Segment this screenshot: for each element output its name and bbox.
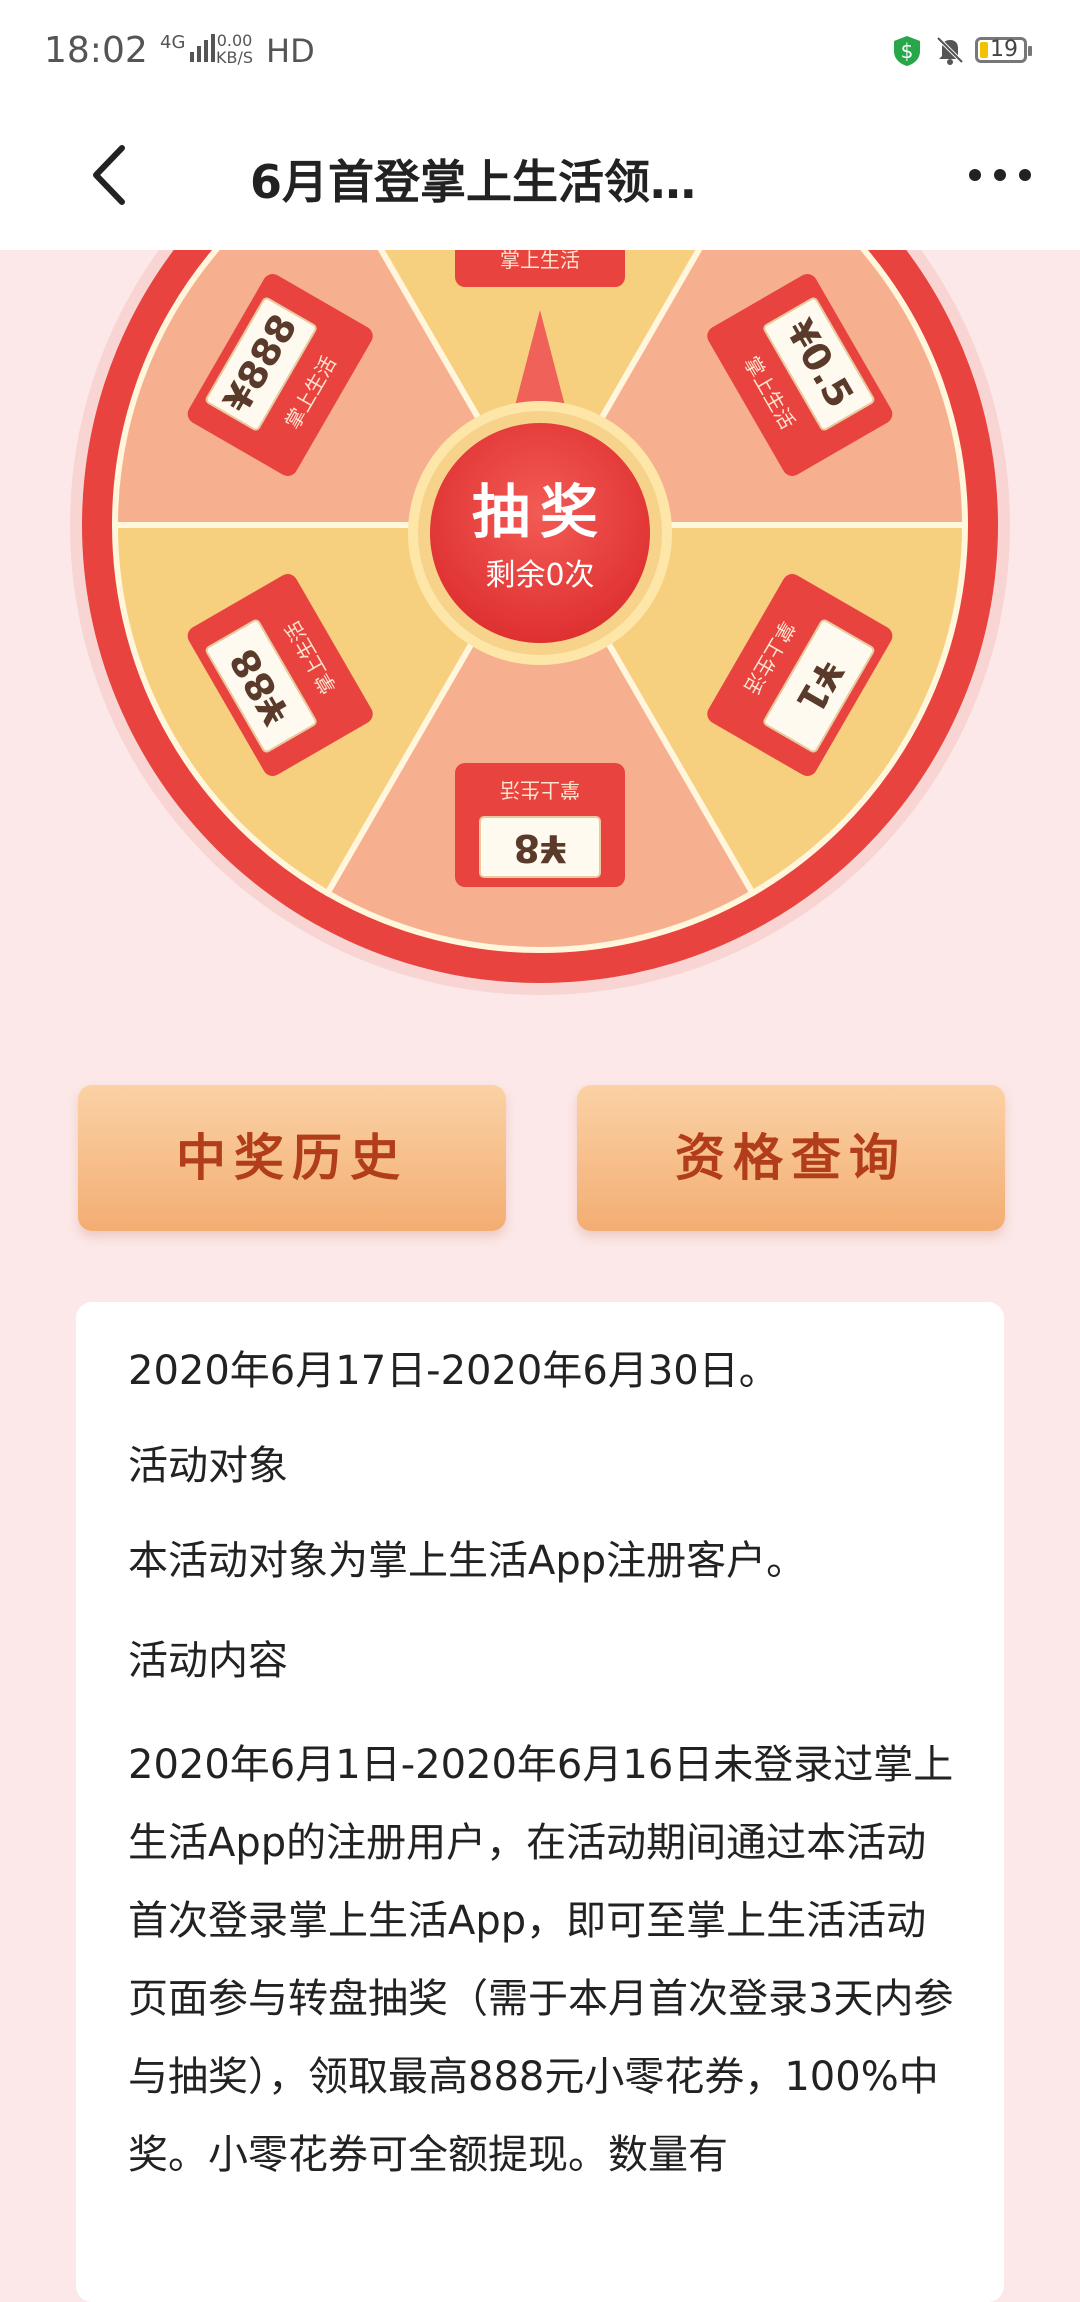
back-arrow-icon[interactable] <box>80 140 140 210</box>
network-type: 4G <box>160 32 186 53</box>
draw-button[interactable]: 抽奖 剩余0次 <box>412 405 668 661</box>
network-speed-unit: KB/S <box>216 48 254 67</box>
target-heading: 活动对象 <box>128 1443 288 1489</box>
network-speed: 0.00 KB/S <box>216 32 253 66</box>
content-heading: 活动内容 <box>128 1638 288 1684</box>
network-speed-value: 0.00 <box>216 31 253 50</box>
prize-history-button[interactable]: 中奖历史 <box>78 1085 506 1231</box>
content-text: 2020年6月1日-2020年6月16日未登录过掌上生活App的注册用户，在活动… <box>128 1742 954 2178</box>
hd-indicator: HD <box>266 32 315 70</box>
qualification-query-button[interactable]: 资格查询 <box>577 1085 1005 1231</box>
signal-icon <box>190 34 215 62</box>
target-text: 本活动对象为掌上生活App注册客户。 <box>128 1538 807 1584</box>
rules-card: 2020年6月17日-2020年6月30日。 活动对象 本活动对象为掌上生活Ap… <box>76 1302 1004 2302</box>
prize-envelope: ¥8 掌上生活 <box>455 763 625 887</box>
prize-envelope: ¥888掌上生活 <box>455 250 625 287</box>
nav-bar: 6月首登掌上生活领… <box>0 100 1080 250</box>
battery-level: 19 <box>990 37 1018 62</box>
prize-value: ¥8 <box>514 826 567 870</box>
bell-muted-icon <box>936 36 964 65</box>
draw-label: 抽奖 <box>471 478 608 546</box>
shield-dollar-icon: $ <box>894 36 920 66</box>
envelope-brand: 掌上生活 <box>500 778 580 802</box>
more-dots-icon[interactable] <box>965 155 1035 195</box>
page-title: 6月首登掌上生活领… <box>250 155 697 209</box>
prize-wheel: ¥888掌上生活¥0.5掌上生活¥1掌上生活¥8掌上生活¥88掌上生活¥888掌… <box>0 250 1080 1030</box>
remaining-count: 剩余0次 <box>485 558 595 593</box>
svg-text:$: $ <box>901 39 914 63</box>
status-time: 18:02 <box>44 30 148 71</box>
activity-date-range: 2020年6月17日-2020年6月30日。 <box>128 1348 779 1394</box>
envelope-brand: 掌上生活 <box>500 250 580 272</box>
battery-icon: 19 <box>975 37 1032 63</box>
status-bar: 18:02 4G 0.00 KB/S HD $ 19 <box>0 0 1080 100</box>
